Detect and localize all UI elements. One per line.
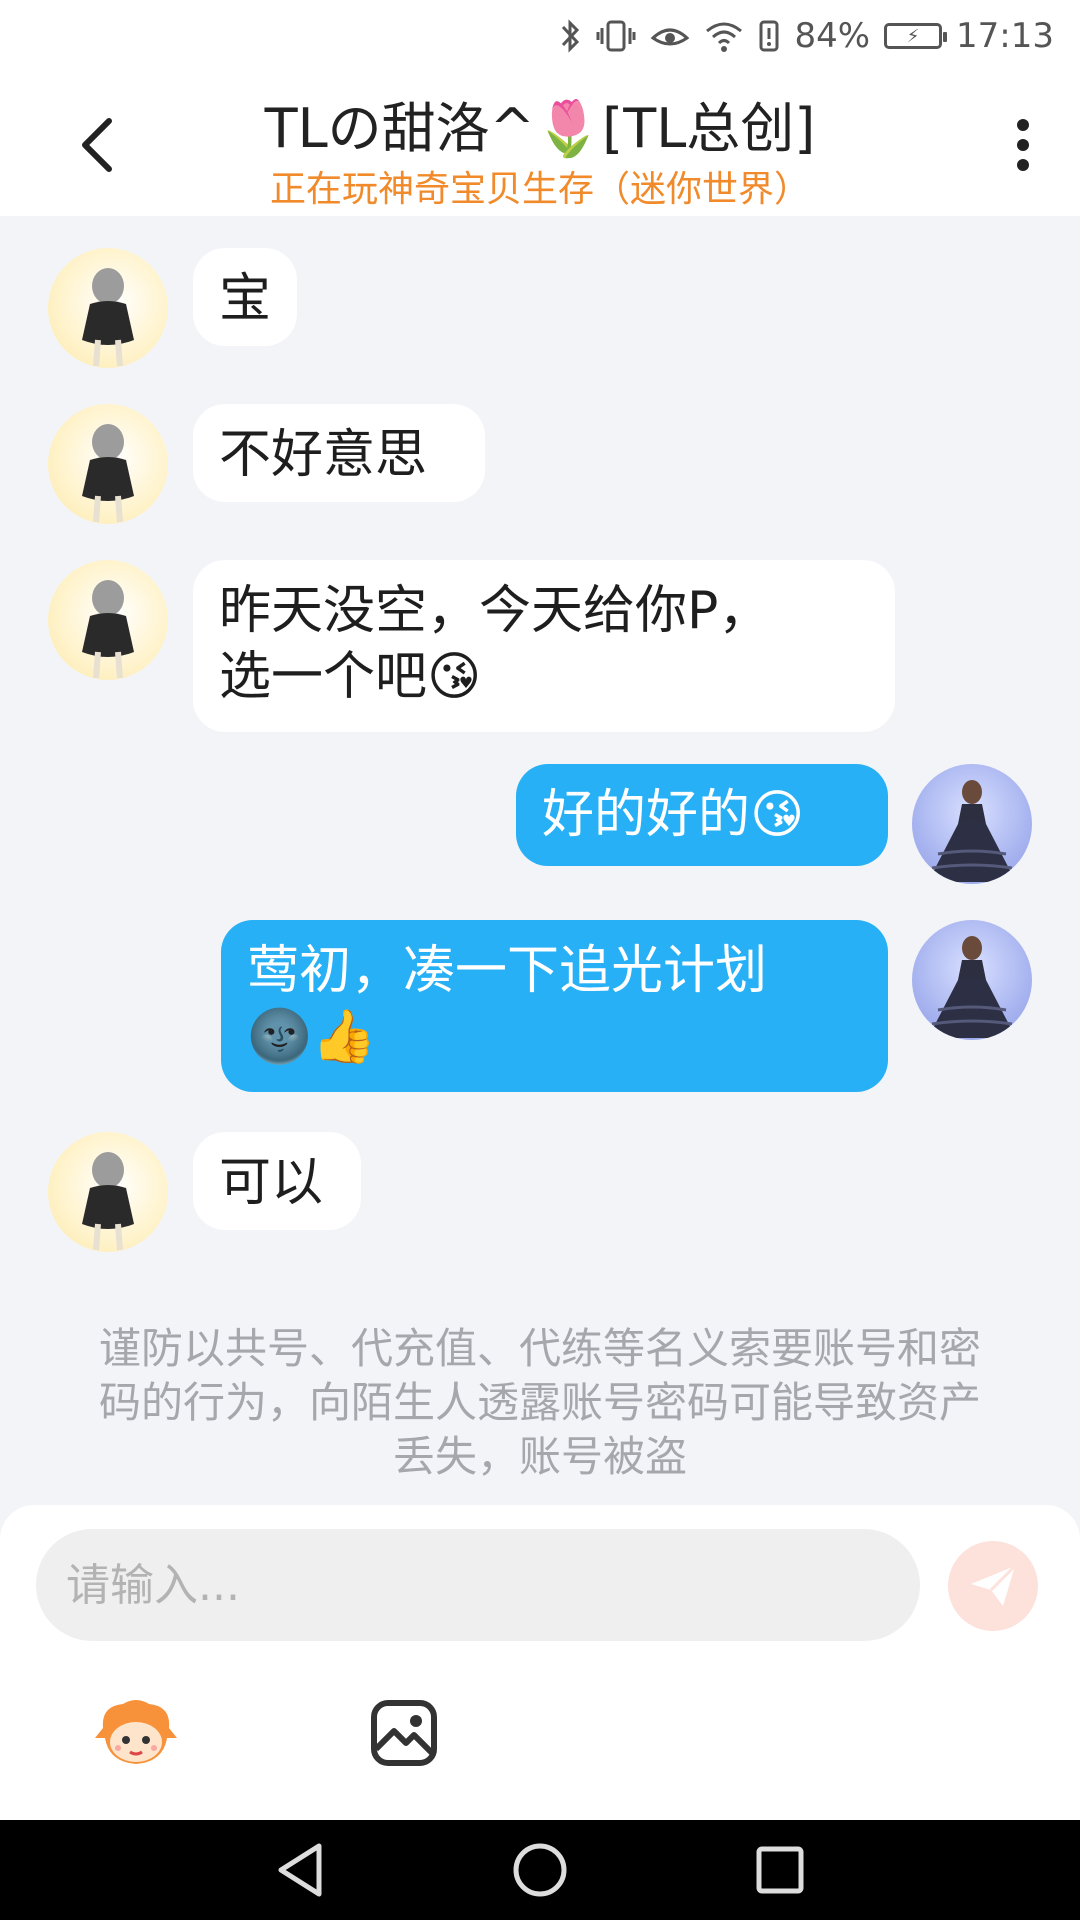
- recents-square-icon: [756, 1846, 804, 1894]
- message-input[interactable]: [36, 1529, 920, 1641]
- message-bubble[interactable]: 昨天没空，今天给你P， 选一个吧😘: [193, 560, 895, 732]
- eye-comfort-icon: [650, 16, 690, 56]
- emoji-mascot-icon: [95, 1700, 177, 1764]
- battery-alert-icon: [758, 16, 780, 56]
- back-button[interactable]: [62, 110, 132, 180]
- more-vertical-icon: [1017, 119, 1029, 171]
- vibrate-icon: [596, 16, 636, 56]
- back-triangle-icon: [278, 1843, 322, 1897]
- wifi-icon: [704, 16, 744, 56]
- send-icon: [971, 1564, 1017, 1606]
- avatar[interactable]: [48, 248, 168, 368]
- chat-header: TLの甜洛^🌷[TL总创] 正在玩神奇宝贝生存（迷你世界）: [0, 72, 1080, 216]
- image-icon: [371, 1700, 437, 1766]
- home-circle-icon: [513, 1843, 567, 1897]
- battery-icon: ⚡: [884, 23, 948, 49]
- avatar[interactable]: [48, 404, 168, 524]
- send-button[interactable]: [948, 1541, 1038, 1631]
- security-warning: 谨防以共号、代充值、代练等名义索要账号和密码的行为，向陌生人透露账号密码可能导致…: [98, 1324, 981, 1481]
- avatar[interactable]: [48, 1132, 168, 1252]
- bluetooth-icon: [560, 16, 582, 56]
- image-button[interactable]: [358, 1687, 450, 1779]
- avatar[interactable]: [912, 764, 1032, 884]
- message-bubble[interactable]: 宝: [193, 248, 297, 346]
- avatar[interactable]: [48, 560, 168, 680]
- system-nav-bar: [0, 1820, 1080, 1920]
- avatar[interactable]: [912, 920, 1032, 1040]
- more-button[interactable]: [988, 110, 1058, 180]
- contact-name: TLの甜洛^🌷[TL总创]: [264, 97, 816, 160]
- nav-home-button[interactable]: [500, 1830, 580, 1910]
- nav-back-button[interactable]: [260, 1830, 340, 1910]
- nav-recents-button[interactable]: [740, 1830, 820, 1910]
- clock: 17:13: [956, 16, 1054, 56]
- battery-percent: 84%: [794, 16, 871, 56]
- status-bar: 84% ⚡ 17:13: [0, 0, 1080, 72]
- message-bubble[interactable]: 不好意思: [193, 404, 485, 502]
- emoji-button[interactable]: [90, 1687, 182, 1779]
- chevron-left-icon: [82, 118, 112, 172]
- message-bubble[interactable]: 好的好的😘: [516, 764, 888, 866]
- message-bubble[interactable]: 莺初，凑一下追光计划 🌚👍: [221, 920, 888, 1092]
- message-bubble[interactable]: 可以: [193, 1132, 361, 1230]
- message-composer: [0, 1505, 1080, 1820]
- contact-status: 正在玩神奇宝贝生存（迷你世界）: [269, 169, 810, 210]
